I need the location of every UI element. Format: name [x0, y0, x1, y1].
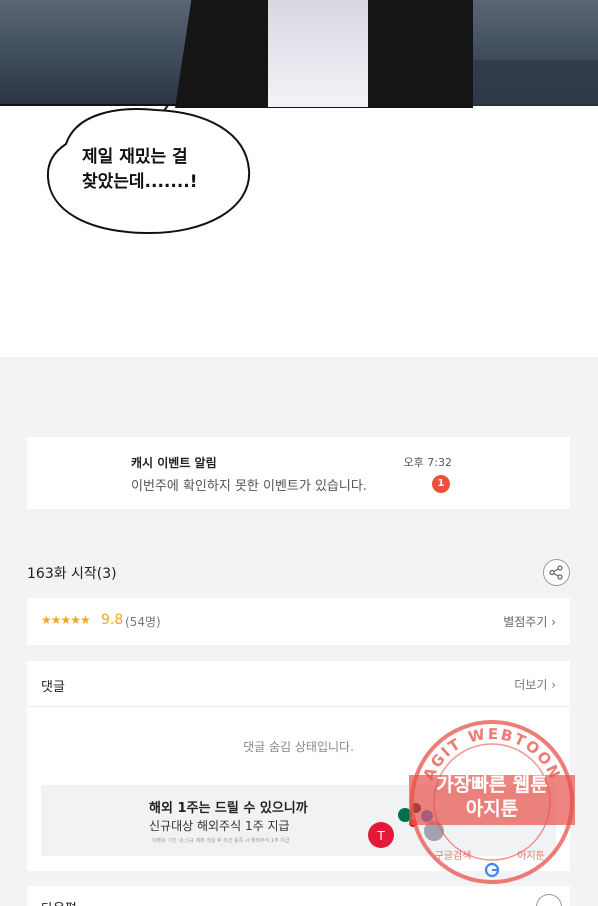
speech-line-2: 찾았는데.......!: [82, 172, 198, 192]
event-description: 이번주에 확인하지 못한 이벤트가 있습니다.: [131, 479, 367, 494]
rate-button[interactable]: 별점주기 ›: [503, 613, 556, 630]
speech-text: 제일 재밌는 걸 찾았는데.......!: [82, 145, 242, 195]
rating-count: (54명): [125, 615, 161, 629]
speech-line-1: 제일 재밌는 걸: [82, 147, 188, 167]
ad-fine-print: · 이벤트 기간 내 신규 계좌 개설 후 조건 충족 시 해외주식 1주 지급: [149, 838, 290, 844]
cash-event-notification[interactable]: 캐시 이벤트 알림 이번주에 확인하지 못한 이벤트가 있습니다. 오후 7:3…: [27, 437, 570, 509]
ad-title: 해외 1주는 드릴 수 있으니까: [149, 801, 308, 816]
next-episode-card[interactable]: 다음편: [27, 886, 570, 906]
event-count-badge: 1: [432, 475, 450, 493]
rating-score: 9.8: [101, 612, 124, 628]
comments-hidden-message: 댓글 숨김 상태입니다.: [243, 740, 354, 754]
episode-title: 163화 시작(3): [27, 566, 117, 582]
event-time: 오후 7:32: [403, 456, 452, 469]
watermark-line-2: 아지툰: [465, 798, 519, 820]
comic-character-shirt: [268, 0, 368, 107]
comic-panel: 제일 재밌는 걸 찾았는데.......!: [0, 0, 598, 357]
next-episode-label: 다음편: [41, 898, 77, 906]
next-episode-button[interactable]: [536, 894, 562, 906]
rating-card: ★★★★★ 9.8 (54명) 별점주기 ›: [27, 598, 570, 645]
comic-illustration: [0, 0, 598, 108]
comments-card: 댓글 더보기 › 댓글 숨김 상태입니다. 해외 1주는 드릴 수 있으니까 신…: [27, 661, 570, 871]
watermark-line-1: 가장빠른 웹툰: [436, 774, 548, 796]
comments-label: 댓글: [41, 680, 65, 695]
comments-header: 댓글 더보기 ›: [27, 661, 570, 707]
event-title: 캐시 이벤트 알림: [131, 456, 217, 470]
share-icon: [549, 565, 563, 580]
ad-subtitle: 신규대상 해외주식 1주 지급: [149, 819, 290, 833]
share-button[interactable]: [543, 559, 570, 586]
watermark-text: 가장빠른 웹툰 아지툰: [407, 773, 577, 821]
comments-more-link[interactable]: 더보기 ›: [514, 676, 556, 693]
comic-background-fence: [470, 60, 598, 106]
rating-stars: ★★★★★: [41, 613, 91, 627]
svg-text:T: T: [376, 829, 385, 843]
